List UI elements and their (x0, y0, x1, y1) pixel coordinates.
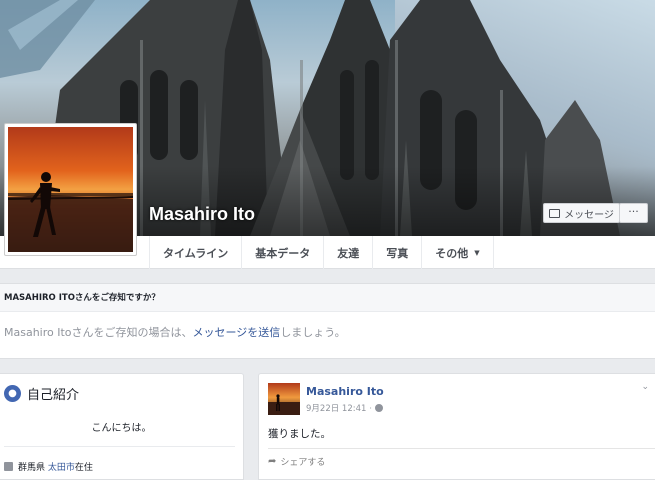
location-suffix: 在住 (74, 463, 93, 473)
post-meta-separator: · (369, 403, 372, 413)
know-box: MASAHIRO ITOさんをご存知ですか？ Masahiro Itoさんをご存… (0, 283, 655, 359)
know-box-text: Masahiro Itoさんをご存知の場合は、 (4, 326, 193, 339)
post-options-chevron-icon[interactable]: ⌄ (641, 382, 649, 392)
know-box-body: Masahiro Itoさんをご存知の場合は、メッセージを送信しましょう。 (0, 312, 655, 340)
tab-about[interactable]: 基本データ (241, 236, 323, 269)
post-meta: 9月22日 12:41 · (306, 402, 383, 414)
send-message-link[interactable]: メッセージを送信 (193, 326, 281, 339)
tab-timeline[interactable]: タイムライン (149, 236, 241, 269)
share-button[interactable]: ➦ シェアする (268, 455, 325, 468)
tab-friends[interactable]: 友達 (323, 236, 372, 269)
tab-about-label: 基本データ (255, 246, 311, 260)
intro-title: 自己紹介 (27, 387, 80, 403)
post-divider (268, 448, 655, 449)
post-author-name[interactable]: Masahiro Ito (306, 385, 384, 398)
tab-more-label: その他 (435, 246, 469, 260)
share-icon: ➦ (268, 456, 277, 467)
tab-timeline-label: タイムライン (163, 246, 229, 260)
post-timestamp[interactable]: 9月22日 12:41 (306, 402, 366, 414)
more-options-button[interactable]: ··· (619, 203, 648, 223)
message-icon (549, 208, 561, 218)
location-prefix: 群馬県 (18, 463, 48, 473)
post-text: 獲りました。 (268, 428, 331, 440)
intro-location: 群馬県 太田市在住 (4, 460, 93, 473)
avatar-image (8, 127, 133, 252)
tab-friends-label: 友達 (337, 246, 360, 260)
profile-avatar[interactable] (4, 123, 137, 256)
post-author-avatar[interactable] (268, 383, 300, 415)
message-button-label: メッセージ (564, 209, 614, 221)
profile-name[interactable]: Masahiro Ito (149, 204, 255, 225)
globe-icon (374, 404, 383, 412)
chevron-down-icon: ▼ (474, 248, 480, 257)
intro-greeting: こんにちは。 (91, 423, 152, 434)
profile-tabs: タイムライン 基本データ 友達 写真 その他 ▼ (149, 236, 494, 269)
know-box-heading: MASAHIRO ITOさんをご存知ですか？ (0, 284, 655, 312)
tab-more[interactable]: その他 ▼ (421, 236, 494, 269)
tab-photos[interactable]: 写真 (372, 236, 421, 269)
location-icon (4, 462, 13, 471)
timeline-post: Masahiro Ito 9月22日 12:41 · ⌄ 獲りました。 ➦ シェ… (258, 373, 655, 480)
intro-header: ● 自己紹介 (0, 374, 243, 412)
intro-card: ● 自己紹介 こんにちは。 群馬県 太田市在住 (0, 373, 244, 480)
message-button[interactable]: メッセージ (543, 203, 620, 223)
location-link[interactable]: 太田市 (48, 463, 75, 473)
know-box-text-end: しましょう。 (280, 326, 346, 339)
tab-photos-label: 写真 (386, 246, 409, 260)
share-button-label: シェアする (280, 458, 326, 468)
intro-divider (4, 446, 235, 447)
globe-icon: ● (4, 384, 21, 402)
